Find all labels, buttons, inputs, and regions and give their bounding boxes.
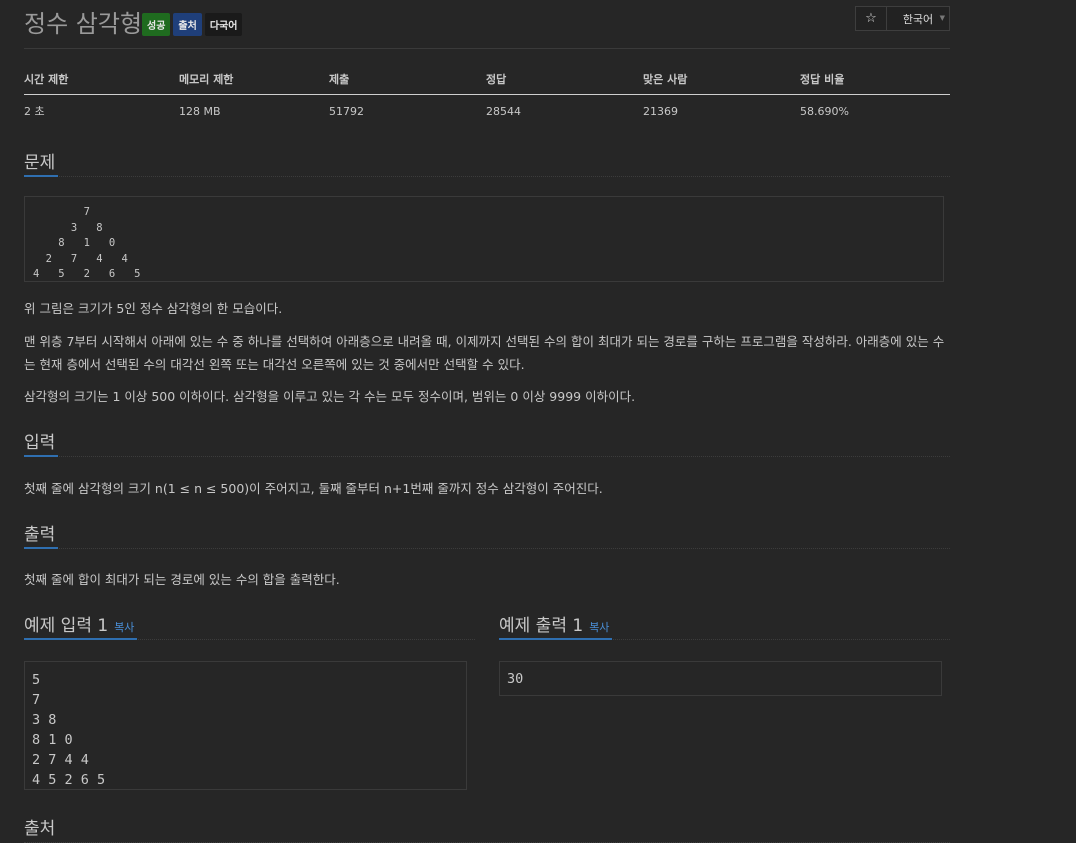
section-underline	[499, 638, 612, 640]
info-memory: 128 MB	[179, 104, 221, 118]
sample-output-copy-button[interactable]: 복사	[589, 621, 609, 634]
info-header-time: 시간 제한	[24, 64, 179, 95]
section-underline	[24, 455, 58, 457]
triangle-figure: 7 3 8 8 1 0 2 7 4 4 4 5 2 6 5	[24, 196, 944, 282]
info-header-solvers: 맞은 사람	[643, 64, 800, 95]
language-select[interactable]: 한국어 ▼	[887, 6, 950, 31]
info-header-memory: 메모리 제한	[179, 64, 329, 95]
chevron-down-icon: ▼	[939, 14, 945, 22]
source-heading: 출처	[24, 819, 56, 839]
problem-header: 정수 삼각형 성공 출처 다국어 ☆ 한국어 ▼	[24, 0, 950, 49]
problem-labels: 성공 출처 다국어	[142, 13, 243, 36]
problem-title: 정수 삼각형	[24, 10, 143, 38]
info-submissions: 51792	[329, 104, 364, 118]
description-paragraph-2: 맨 위층 7부터 시작해서 아래에 있는 수 중 하나를 선택하여 아래층으로 …	[24, 334, 945, 372]
sample-input-head: 예제 입력 1 복사	[24, 609, 475, 640]
language-select-value: 한국어	[902, 12, 934, 26]
sample-output-box[interactable]: 30	[499, 661, 942, 696]
output-text: 첫째 줄에 합이 최대가 되는 경로에 있는 수의 합을 출력한다.	[24, 572, 340, 587]
input-text: 첫째 줄에 삼각형의 크기 n(1 ≤ n ≤ 500)이 주어지고, 둘째 줄…	[24, 481, 603, 496]
sample-output-heading: 예제 출력 1	[499, 616, 584, 636]
problem-tools: ☆ 한국어 ▼	[855, 6, 950, 31]
sample-input-box[interactable]: 5 7 3 8 8 1 0 2 7 4 4 4 5 2 6 5	[24, 661, 467, 790]
section-underline	[24, 175, 58, 177]
info-accepted: 28544	[486, 104, 521, 118]
sample-input-copy-button[interactable]: 복사	[114, 621, 134, 634]
label-source[interactable]: 출처	[173, 13, 202, 36]
section-underline	[24, 638, 137, 640]
description-paragraph-3: 삼각형의 크기는 1 이상 500 이하이다. 삼각형을 이루고 있는 각 수는…	[24, 389, 636, 404]
star-icon[interactable]: ☆	[855, 6, 887, 31]
info-value-row: 2 초 128 MB 51792 28544 21369 58.690%	[24, 95, 950, 128]
problem-page: 정수 삼각형 성공 출처 다국어 ☆ 한국어 ▼ 시간 제한 메모리 제한 제출…	[24, 0, 950, 843]
problem-info-table: 시간 제한 메모리 제한 제출 정답 맞은 사람 정답 비율 2 초 128 M…	[24, 64, 950, 127]
info-ratio: 58.690%	[800, 104, 849, 118]
sample-output-title: 예제 출력 1 복사	[499, 611, 609, 636]
info-solvers: 21369	[643, 104, 678, 118]
info-header-accepted: 정답	[486, 64, 643, 95]
input-heading: 입력	[24, 433, 56, 453]
info-time: 2 초	[24, 105, 45, 118]
label-success[interactable]: 성공	[142, 13, 171, 36]
input-section-head: 입력	[24, 426, 950, 457]
description-section-head: 문제	[24, 146, 950, 177]
label-multilang[interactable]: 다국어	[204, 13, 243, 36]
sample-output-head: 예제 출력 1 복사	[499, 609, 950, 640]
info-header-ratio: 정답 비율	[800, 64, 950, 95]
description-paragraph-1: 위 그림은 크기가 5인 정수 삼각형의 한 모습이다.	[24, 301, 283, 316]
sample-input-heading: 예제 입력 1	[24, 616, 109, 636]
output-section-head: 출력	[24, 518, 950, 549]
section-underline	[24, 547, 58, 549]
sample-input-title: 예제 입력 1 복사	[24, 611, 134, 636]
info-header-submissions: 제출	[329, 64, 486, 95]
info-header-row: 시간 제한 메모리 제한 제출 정답 맞은 사람 정답 비율	[24, 64, 950, 95]
description-heading: 문제	[24, 153, 56, 173]
output-heading: 출력	[24, 525, 56, 545]
